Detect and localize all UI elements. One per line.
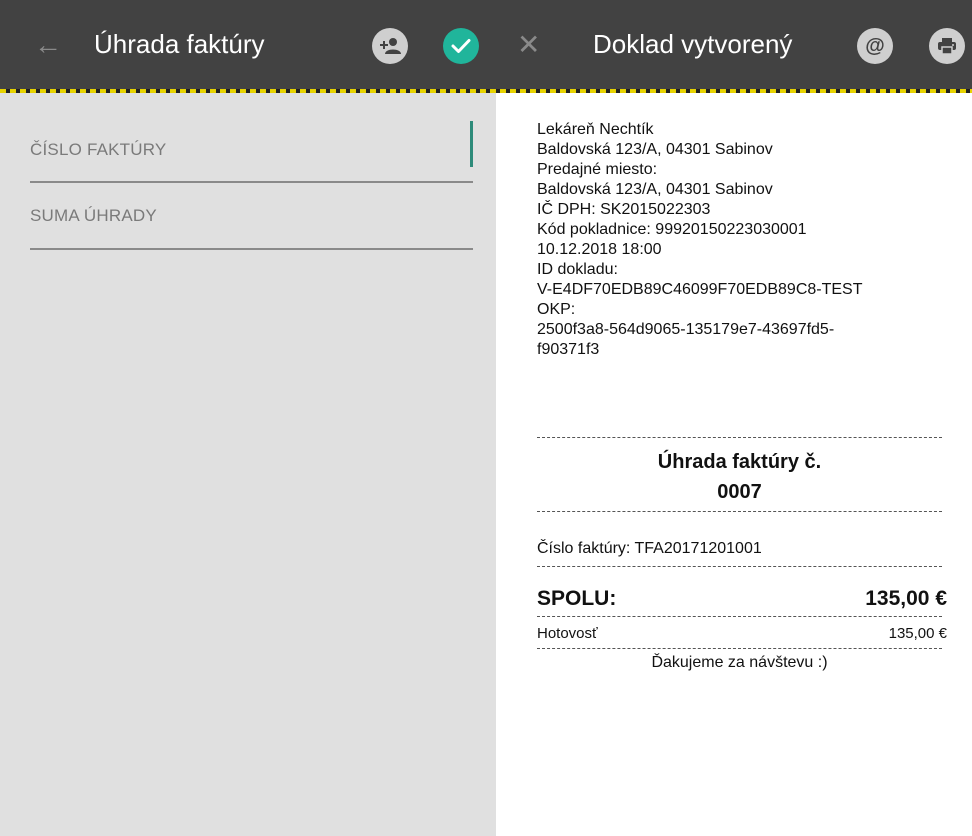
receipt-header-line: IČ DPH: SK2015022303 [537, 201, 711, 218]
invoice-payment-title: Úhrada faktúry [94, 29, 265, 59]
email-receipt-button[interactable]: @ [857, 28, 893, 64]
cash-value: 135,00 € [888, 625, 947, 642]
thank-you-message: Ďakujeme za návštevu :) [651, 654, 828, 671]
invoice-number-field[interactable]: ČÍSLO FAKTÚRY [30, 121, 473, 183]
confirm-button[interactable] [443, 28, 479, 64]
close-icon[interactable]: ✕ [517, 31, 540, 59]
receipt-divider [537, 437, 942, 438]
receipt-divider [537, 616, 942, 617]
text-cursor [470, 121, 473, 167]
cash-label: Hotovosť [537, 625, 598, 642]
invoice-payment-form: ČÍSLO FAKTÚRY SUMA ÚHRADY [0, 93, 496, 836]
payment-amount-label: SUMA ÚHRADY [30, 206, 157, 225]
receipt-title: Úhrada faktúry č. 0007 [537, 447, 942, 507]
receipt-header: Lekáreň Nechtík Baldovská 123/A, 04301 S… [537, 120, 947, 360]
invoice-number-underline [30, 181, 473, 183]
receipt-created-title: Doklad vytvorený [593, 29, 793, 59]
total-value: 135,00 € [865, 587, 947, 610]
receipt-header-line: Baldovská 123/A, 04301 Sabinov [537, 141, 773, 158]
receipt-title-line: Úhrada faktúry č. [657, 451, 822, 473]
receipt-number: 0007 [717, 481, 762, 503]
receipt-header-line: 10.12.2018 18:00 [537, 241, 662, 258]
payment-amount-field[interactable]: SUMA ÚHRADY [30, 190, 473, 250]
printer-icon [938, 38, 956, 55]
receipt-header-line: V-E4DF70EDB89C46099F70EDB89C8-TEST [537, 281, 863, 298]
at-sign-icon: @ [865, 34, 885, 57]
receipt-preview: Lekáreň Nechtík Baldovská 123/A, 04301 S… [496, 93, 972, 836]
add-person-icon [380, 38, 401, 54]
receipt-divider [537, 648, 942, 649]
receipt-divider [537, 511, 942, 512]
payment-amount-underline [30, 248, 473, 250]
receipt-header-line: Baldovská 123/A, 04301 Sabinov [537, 181, 773, 198]
receipt-divider [537, 566, 942, 567]
total-label: SPOLU: [537, 587, 617, 610]
receipt-header-line: f90371f3 [537, 341, 600, 358]
receipt-header-line: ID dokladu: [537, 261, 618, 278]
invoice-payment-toolbar: ← Úhrada faktúry [0, 0, 496, 89]
receipt-header-line: Lekáreň Nechtík [537, 121, 654, 138]
receipt-header-line: OKP: [537, 301, 576, 318]
back-arrow-icon[interactable]: ← [34, 31, 62, 59]
receipt-toolbar: ✕ Doklad vytvorený @ [496, 0, 972, 89]
invoice-number-label: ČÍSLO FAKTÚRY [30, 140, 167, 159]
invoice-reference: Číslo faktúry: TFA20171201001 [537, 540, 762, 557]
check-icon [451, 39, 471, 53]
top-app-bar: ← Úhrada faktúry ✕ Doklad vytvorený @ [0, 0, 972, 89]
print-receipt-button[interactable] [929, 28, 965, 64]
receipt-header-line: Kód pokladnice: 99920150223030001 [537, 221, 807, 238]
add-customer-button[interactable] [372, 28, 408, 64]
receipt-header-line: Predajné miesto: [537, 161, 658, 178]
receipt-header-line: 2500f3a8-564d9065-135179e7-43697fd5- [537, 321, 835, 338]
